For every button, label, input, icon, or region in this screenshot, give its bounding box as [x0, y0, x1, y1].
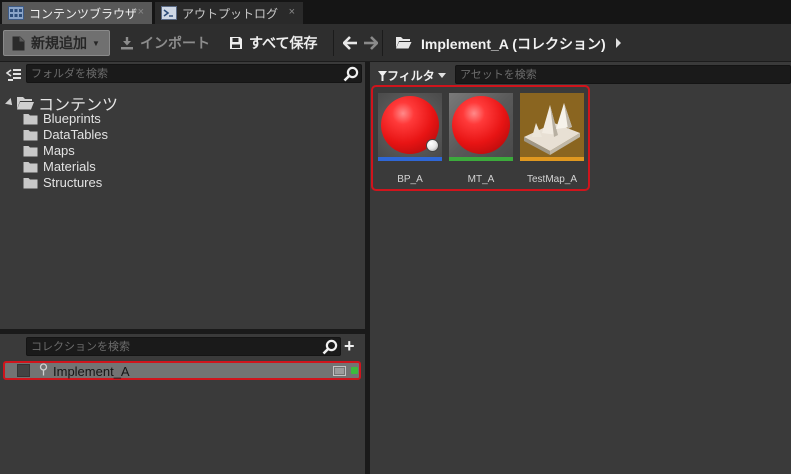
- collection-search-box[interactable]: [26, 337, 341, 356]
- folder-icon: [23, 145, 38, 156]
- add-collection-icon[interactable]: +: [344, 337, 355, 355]
- save-all-button[interactable]: すべて保存: [229, 30, 317, 56]
- import-button[interactable]: インポート: [120, 30, 210, 56]
- content-browser-icon: [8, 6, 24, 20]
- asset-search-box[interactable]: [455, 65, 791, 84]
- collection-status-indicator: [351, 367, 358, 374]
- asset-tile-bp-a[interactable]: BP_A: [378, 93, 442, 185]
- save-all-label: すべて保存: [249, 35, 318, 51]
- asset-thumbnail: [520, 93, 584, 157]
- tab-label: コンテンツブラウザ: [29, 6, 138, 21]
- level-map-icon: [520, 93, 584, 157]
- asset-grid: BP_A MT_A TestMap_A: [371, 85, 590, 191]
- add-new-button[interactable]: 新規追加 ▼: [3, 30, 110, 56]
- close-icon[interactable]: ×: [138, 6, 144, 18]
- asset-view-panel: フィルタ BP_A MT_A: [370, 62, 791, 474]
- folder-item-datatables[interactable]: DataTables: [23, 127, 108, 142]
- asset-type-bar: [378, 157, 442, 161]
- toolbar-divider: [333, 30, 334, 56]
- folder-open-icon: [17, 97, 34, 110]
- asset-thumbnail: [378, 93, 442, 157]
- arrow-left-icon[interactable]: [343, 36, 358, 50]
- import-label: インポート: [140, 35, 210, 51]
- folder-search-box[interactable]: [26, 64, 362, 83]
- tree-view-icon[interactable]: [6, 68, 22, 82]
- folder-icon: [23, 129, 38, 140]
- add-new-label: 新規追加: [31, 35, 87, 51]
- red-sphere-icon: [452, 96, 510, 154]
- asset-thumbnail: [449, 93, 513, 157]
- folder-item-maps[interactable]: Maps: [23, 143, 75, 158]
- tab-bar: コンテンツブラウザ × アウトプットログ ×: [0, 0, 791, 24]
- folder-item-blueprints[interactable]: Blueprints: [23, 111, 101, 126]
- filter-label: フィルタ: [387, 69, 435, 83]
- tab-label: アウトプットログ: [182, 6, 279, 21]
- asset-label: TestMap_A: [526, 174, 578, 185]
- collections-panel: + Implement_A: [0, 334, 365, 474]
- folder-tree-panel: コンテンツ Blueprints DataTables Maps Materia…: [0, 62, 365, 329]
- folder-search-input[interactable]: [31, 65, 337, 82]
- new-file-icon: [12, 36, 25, 50]
- asset-type-bar: [449, 157, 513, 161]
- asset-tile-testmap-a[interactable]: TestMap_A: [520, 93, 584, 185]
- asset-search-input[interactable]: [460, 66, 766, 83]
- folder-icon: [23, 177, 38, 188]
- search-icon[interactable]: [322, 339, 338, 355]
- folder-label: Blueprints: [43, 111, 101, 126]
- filter-button[interactable]: フィルタ: [378, 67, 446, 84]
- path-divider: [382, 30, 383, 56]
- folder-open-icon: [396, 37, 412, 49]
- expand-arrow-icon[interactable]: [5, 98, 15, 108]
- folder-label: Materials: [43, 159, 96, 174]
- close-icon[interactable]: ×: [289, 6, 295, 18]
- tab-content-browser[interactable]: コンテンツブラウザ ×: [2, 2, 152, 24]
- arrow-right-icon[interactable]: [363, 36, 378, 50]
- folder-label: Structures: [43, 175, 103, 190]
- pin-icon: [39, 363, 48, 376]
- toolbar: 新規追加 ▼ インポート すべて保存 Implement_A (コレクション): [0, 24, 791, 62]
- folder-label: Maps: [43, 143, 75, 158]
- funnel-icon: [378, 70, 387, 81]
- list-view-icon[interactable]: [333, 366, 346, 376]
- blueprint-badge-icon: [426, 139, 439, 152]
- breadcrumb-collection[interactable]: Implement_A (コレクション): [421, 34, 606, 54]
- asset-tile-mt-a[interactable]: MT_A: [449, 93, 513, 185]
- output-log-icon: [161, 6, 177, 20]
- folder-icon: [23, 161, 38, 172]
- folder-item-materials[interactable]: Materials: [23, 159, 96, 174]
- collection-label: Implement_A: [53, 364, 130, 379]
- collection-checkbox[interactable]: [17, 364, 30, 377]
- asset-type-bar: [520, 157, 584, 161]
- tab-output-log[interactable]: アウトプットログ ×: [155, 2, 303, 24]
- breadcrumb-chevron-right-icon[interactable]: [616, 38, 621, 48]
- chevron-down-icon: [437, 73, 446, 78]
- collection-search-input[interactable]: [31, 338, 316, 355]
- asset-label: MT_A: [467, 174, 495, 185]
- chevron-down-icon: ▼: [92, 38, 100, 48]
- search-icon[interactable]: [343, 66, 359, 82]
- folder-icon: [23, 113, 38, 124]
- folder-item-structures[interactable]: Structures: [23, 175, 102, 190]
- asset-label: BP_A: [397, 174, 423, 185]
- import-icon: [121, 37, 133, 50]
- folder-label: DataTables: [43, 127, 109, 142]
- save-icon: [230, 37, 242, 49]
- collection-item-implement-a[interactable]: Implement_A: [3, 361, 361, 380]
